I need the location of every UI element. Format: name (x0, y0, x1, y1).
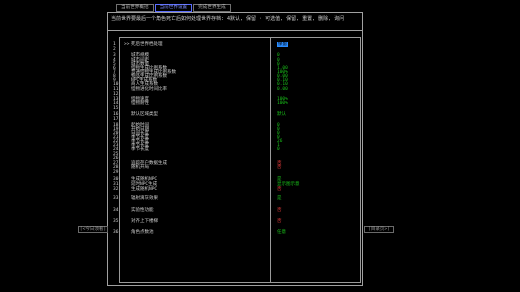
option-number: 34 (113, 208, 119, 213)
option-label: 辐射滴灰效果 (131, 196, 158, 201)
option-row[interactable]: 2 (113, 47, 358, 52)
divider (107, 30, 363, 31)
tab-world-settings[interactable]: 当前世界设置 (154, 4, 193, 12)
option-value[interactable]: 是 (277, 196, 282, 201)
option-number: 15 (113, 106, 119, 111)
option-row[interactable]: 17 (113, 117, 358, 122)
tab-bar: 当前世界概括 当前世界设置 完成世界生成 (116, 4, 231, 12)
option-label: 对齐上下楼梯 (131, 219, 158, 224)
option-number: 2 (113, 47, 116, 52)
option-value[interactable]: 否 (277, 187, 282, 192)
option-row[interactable]: 29 (113, 170, 358, 175)
option-number: 17 (113, 117, 119, 122)
option-number: 32 (113, 187, 119, 192)
option-row[interactable]: 34 实验性功能 否 (113, 208, 358, 213)
option-value[interactable]: 否 (277, 208, 282, 213)
option-value[interactable]: 任意 (277, 230, 286, 235)
option-row[interactable]: 33 辐射滴灰效果 是 (113, 196, 358, 201)
option-number: 29 (113, 170, 119, 175)
option-number: 35 (113, 219, 119, 224)
next-page-button[interactable]: [目录页>] (364, 226, 394, 233)
option-row[interactable]: 36 角色点数池 任意 (113, 230, 358, 235)
option-help-text: 当前世界要最后一个角色死亡后如何处理世界存档: 4默认, 保留 · 可选值, 保… (111, 16, 345, 22)
option-label: 实验性功能 (131, 208, 154, 213)
option-row[interactable]: 32 生成随机NPC 否 (113, 187, 358, 192)
option-label: 角色点数池 (131, 230, 154, 235)
option-row[interactable]: 15 (113, 106, 358, 111)
option-number: 36 (113, 230, 119, 235)
tab-finish-world-gen[interactable]: 完成世界生成 (193, 4, 231, 12)
option-value[interactable]: 否 (277, 219, 282, 224)
tab-world-overview[interactable]: 当前世界概括 (116, 4, 154, 12)
option-label: 生成随机NPC (131, 187, 158, 192)
option-row[interactable]: 35 对齐上下楼梯 否 (113, 219, 358, 224)
option-number: 33 (113, 196, 119, 201)
prev-page-button[interactable]: [<今日须看] (78, 226, 108, 233)
